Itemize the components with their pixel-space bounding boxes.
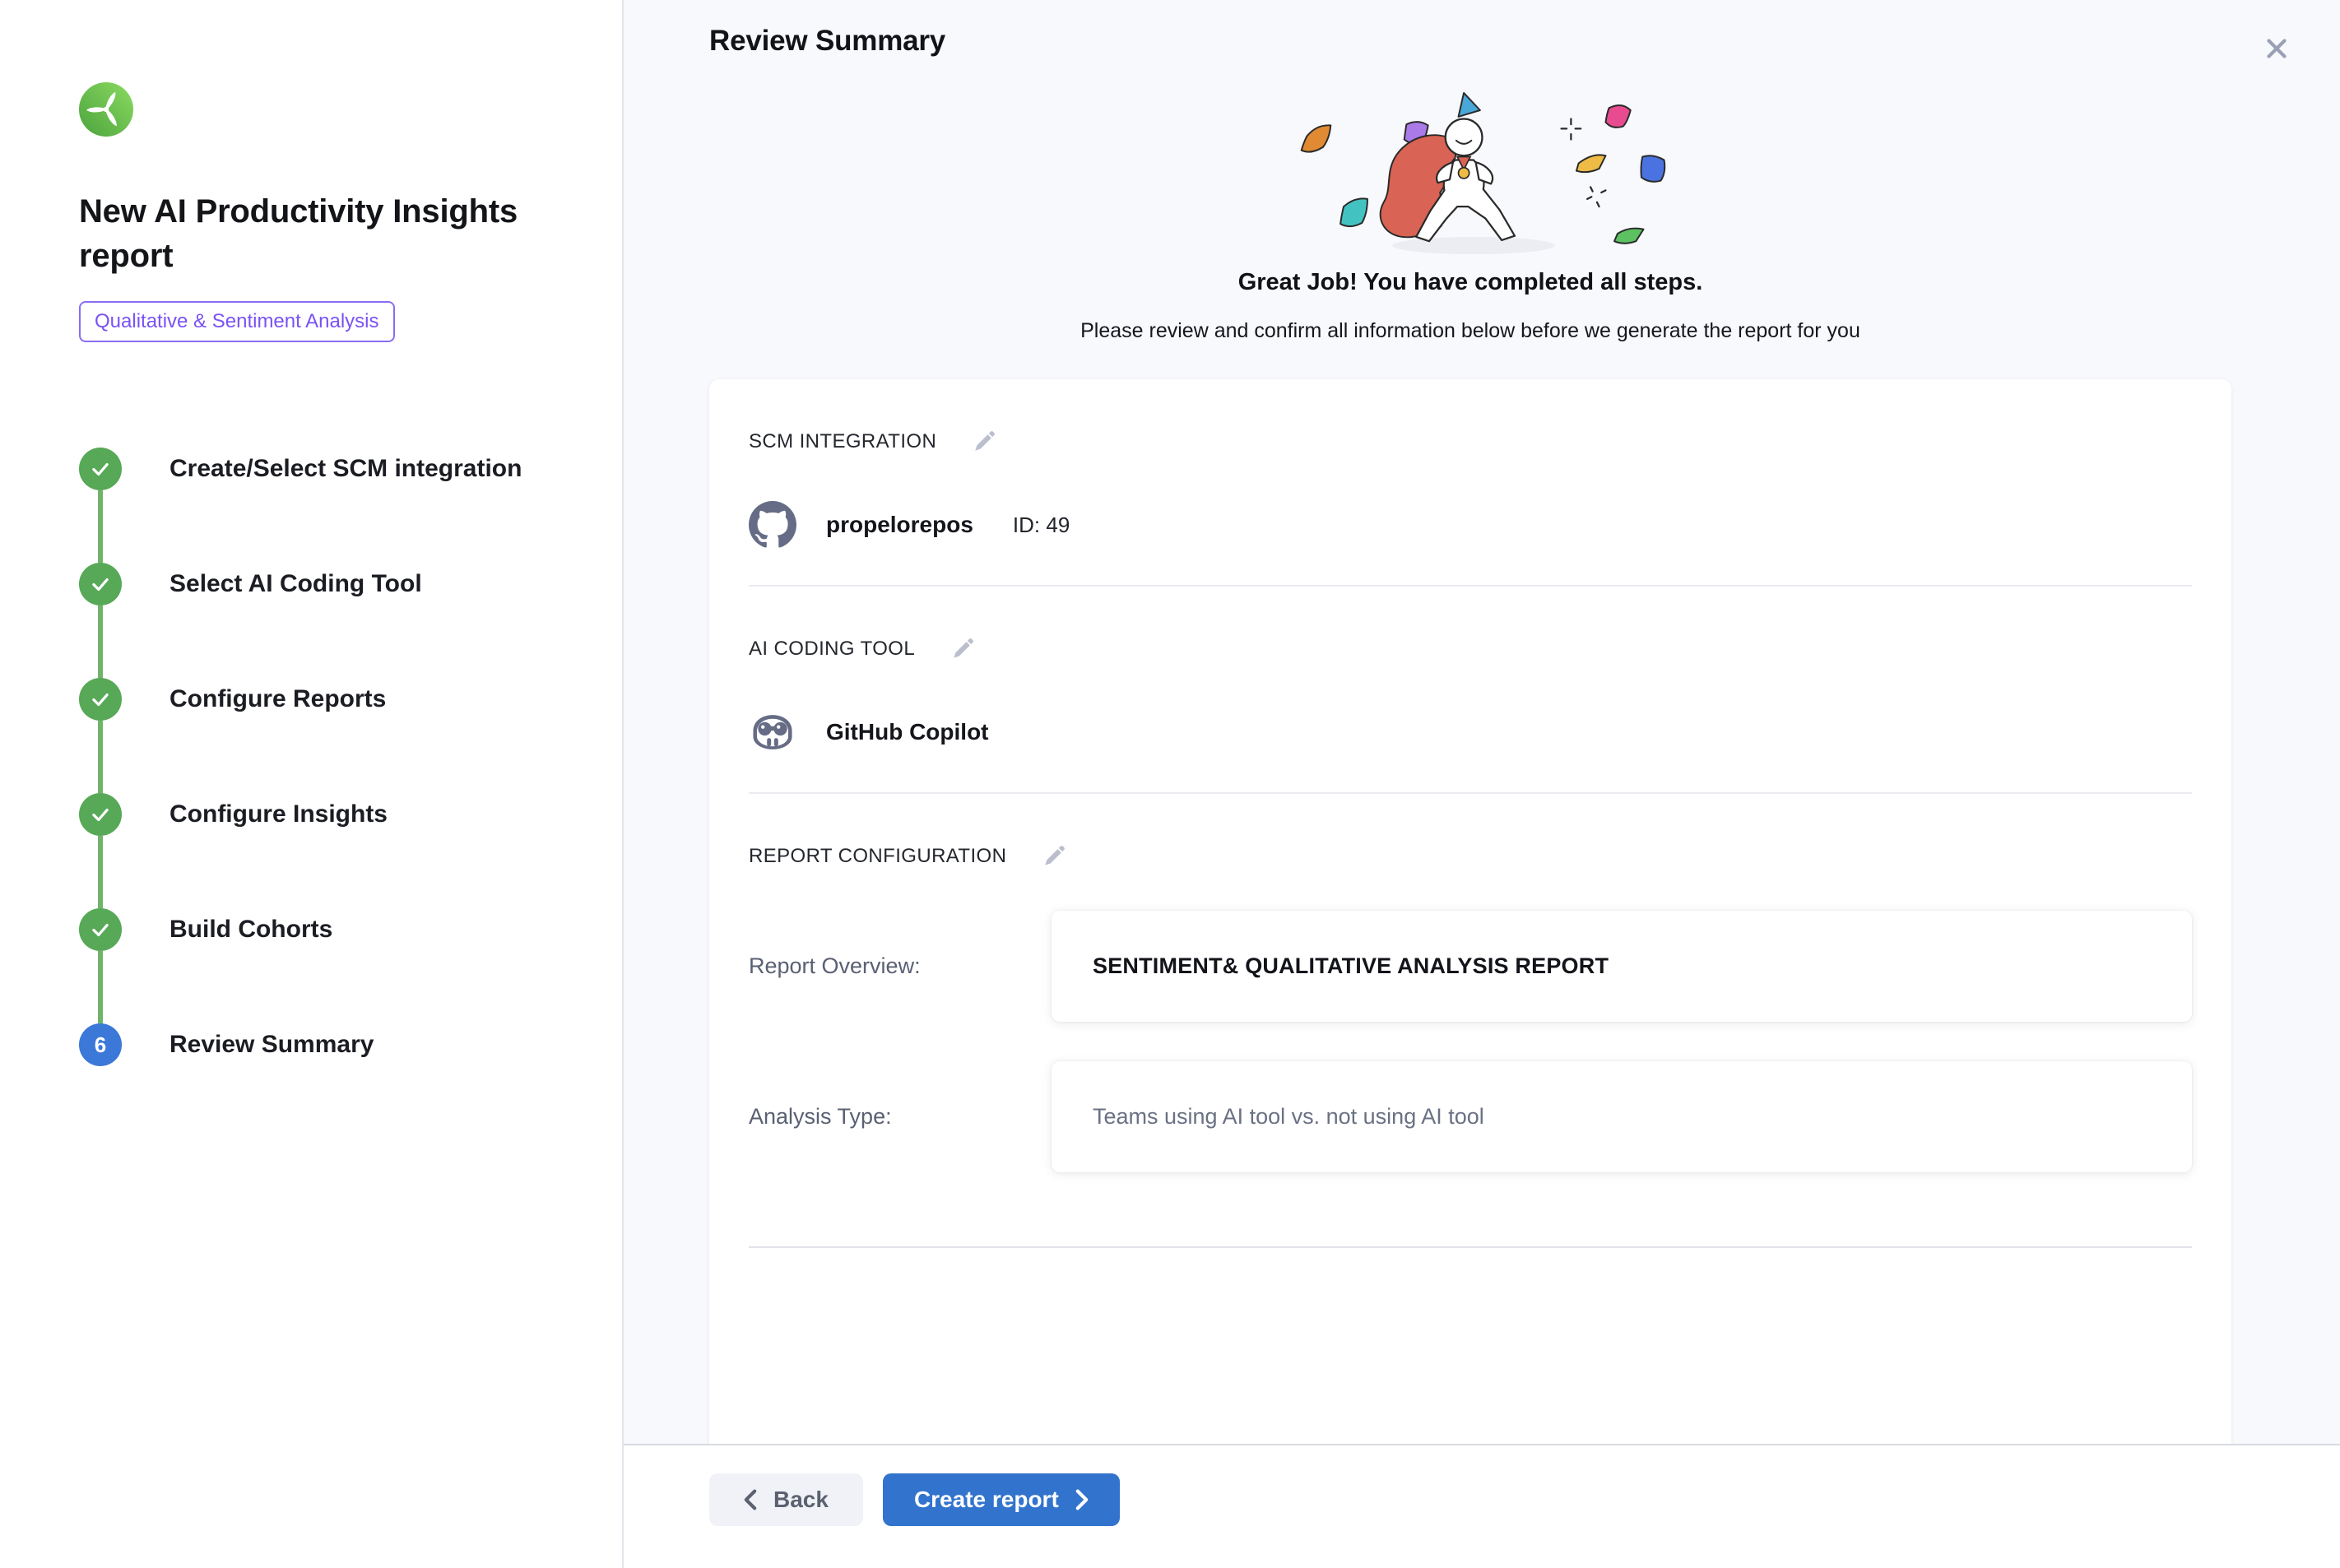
step-create-select-scm-integration[interactable]: Create/Select SCM integration bbox=[79, 411, 589, 527]
ai-coding-tool-name: GitHub Copilot bbox=[826, 719, 989, 745]
ai-coding-tool-label: AI CODING TOOL bbox=[749, 638, 915, 661]
completion-subheading: Please review and confirm all informatio… bbox=[709, 319, 2231, 343]
edit-report-configuration-button[interactable] bbox=[1039, 842, 1069, 871]
superhero-confetti-illustration bbox=[1265, 77, 1676, 267]
create-report-button-label: Create report bbox=[914, 1487, 1059, 1513]
step-configure-insights[interactable]: Configure Insights bbox=[79, 757, 589, 872]
report-type-badge: Qualitative & Sentiment Analysis bbox=[79, 301, 395, 342]
scm-integration-id: ID: 49 bbox=[1013, 513, 1070, 538]
step-configure-reports[interactable]: Configure Reports bbox=[79, 642, 589, 757]
report-configuration-section: REPORT CONFIGURATION Report Overview: SE… bbox=[749, 792, 2192, 1284]
step-done-circle bbox=[79, 678, 122, 721]
propelo-logo-icon bbox=[79, 82, 133, 137]
scm-integration-label: SCM INTEGRATION bbox=[749, 430, 936, 453]
report-overview-row: Report Overview: SENTIMENT& QUALITATIVE … bbox=[749, 911, 2192, 1022]
chevron-left-icon bbox=[744, 1489, 757, 1510]
scm-integration-name: propelorepos bbox=[826, 512, 973, 538]
wizard-sidebar: New AI Productivity Insights report Qual… bbox=[0, 0, 624, 1568]
chevron-right-icon bbox=[1075, 1489, 1089, 1510]
review-summary-card: SCM INTEGRATION propelorepos ID: 49 bbox=[709, 379, 2231, 1444]
step-label: Review Summary bbox=[169, 1031, 374, 1059]
step-done-circle bbox=[79, 908, 122, 951]
ai-coding-tool-section: AI CODING TOOL bbox=[749, 585, 2192, 792]
step-done-circle bbox=[79, 448, 122, 490]
wizard-footer: Back Create report bbox=[624, 1444, 2340, 1568]
check-icon bbox=[90, 919, 111, 940]
check-icon bbox=[90, 458, 111, 480]
analysis-type-row: Analysis Type: Teams using AI tool vs. n… bbox=[749, 1061, 2192, 1172]
create-report-button[interactable]: Create report bbox=[883, 1473, 1120, 1526]
wizard-stepper: Create/Select SCM integration Select AI … bbox=[79, 411, 589, 1102]
check-icon bbox=[90, 573, 111, 595]
report-overview-label: Report Overview: bbox=[749, 953, 1052, 979]
edit-scm-integration-button[interactable] bbox=[969, 427, 999, 457]
github-copilot-icon bbox=[749, 708, 796, 756]
close-button[interactable] bbox=[2256, 28, 2297, 72]
check-icon bbox=[90, 804, 111, 825]
step-label: Create/Select SCM integration bbox=[169, 455, 522, 483]
back-button-label: Back bbox=[773, 1487, 829, 1513]
close-icon bbox=[2261, 33, 2292, 64]
review-summary-panel: Review Summary bbox=[624, 0, 2340, 1568]
report-wizard-window: New AI Productivity Insights report Qual… bbox=[0, 0, 2340, 1568]
analysis-type-value: Teams using AI tool vs. not using AI too… bbox=[1052, 1061, 2192, 1172]
panel-header: Review Summary bbox=[624, 0, 2340, 72]
section-divider bbox=[749, 1246, 2192, 1248]
step-done-circle bbox=[79, 793, 122, 836]
pencil-icon bbox=[971, 429, 997, 455]
ai-coding-tool-value-row: GitHub Copilot bbox=[749, 708, 2192, 756]
report-overview-value: SENTIMENT& QUALITATIVE ANALYSIS REPORT bbox=[1052, 911, 2192, 1022]
step-current-circle: 6 bbox=[79, 1023, 122, 1066]
pencil-icon bbox=[949, 636, 976, 662]
panel-body: Great Job! You have completed all steps.… bbox=[624, 72, 2340, 1444]
completion-hero: Great Job! You have completed all steps.… bbox=[709, 77, 2231, 343]
scm-integration-value-row: propelorepos ID: 49 bbox=[749, 501, 2192, 549]
scm-integration-section: SCM INTEGRATION propelorepos ID: 49 bbox=[749, 379, 2192, 585]
github-icon bbox=[749, 501, 796, 549]
step-select-ai-coding-tool[interactable]: Select AI Coding Tool bbox=[79, 527, 589, 642]
step-label: Configure Reports bbox=[169, 685, 386, 713]
report-title: New AI Productivity Insights report bbox=[79, 189, 540, 278]
step-done-circle bbox=[79, 563, 122, 605]
report-configuration-label: REPORT CONFIGURATION bbox=[749, 845, 1006, 868]
pencil-icon bbox=[1041, 843, 1067, 870]
step-label: Select AI Coding Tool bbox=[169, 570, 422, 598]
completion-heading: Great Job! You have completed all steps. bbox=[709, 269, 2231, 296]
step-label: Configure Insights bbox=[169, 800, 388, 828]
check-icon bbox=[90, 689, 111, 710]
back-button[interactable]: Back bbox=[709, 1473, 863, 1526]
edit-ai-coding-tool-button[interactable] bbox=[948, 634, 977, 664]
page-title: Review Summary bbox=[709, 25, 945, 58]
analysis-type-label: Analysis Type: bbox=[749, 1104, 1052, 1130]
step-build-cohorts[interactable]: Build Cohorts bbox=[79, 872, 589, 987]
step-review-summary[interactable]: 6 Review Summary bbox=[79, 987, 589, 1102]
step-label: Build Cohorts bbox=[169, 916, 332, 944]
